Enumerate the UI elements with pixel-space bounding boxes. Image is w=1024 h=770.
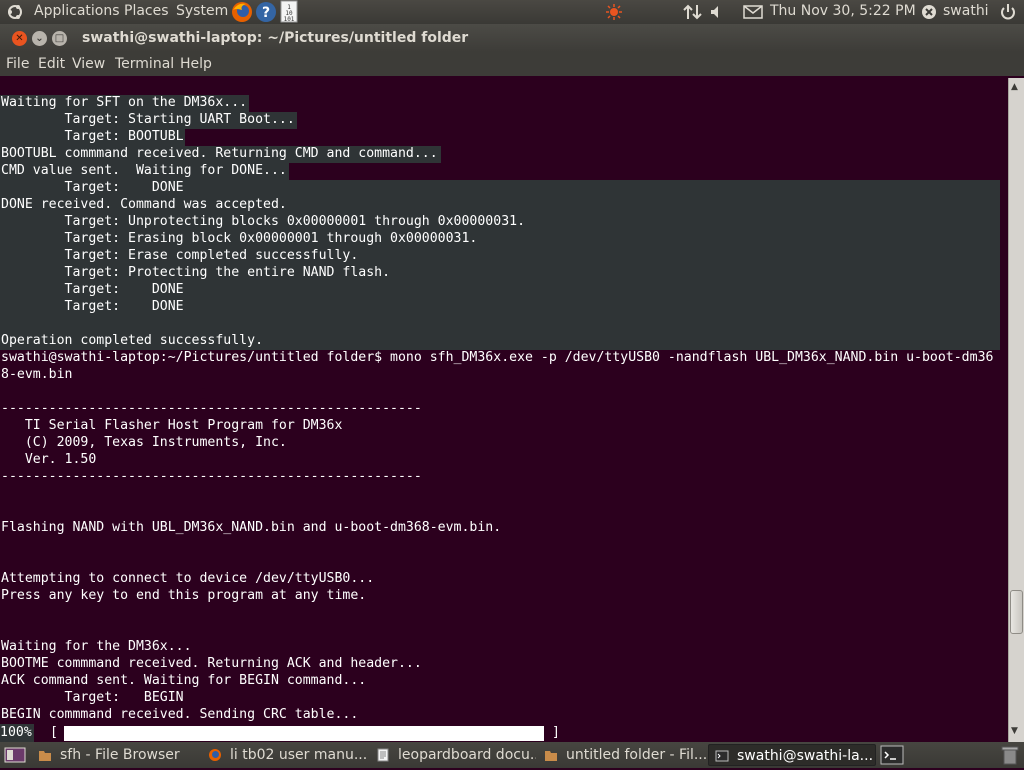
menubar: File Edit View Terminal Help [0,52,1024,76]
folder-icon [39,751,51,761]
network-icon[interactable] [682,0,704,24]
scroll-thumb[interactable] [1010,590,1023,634]
binary-launcher-icon[interactable]: 1 10 101 [279,0,299,24]
terminal-icon [715,750,729,762]
terminal-line: CMD value sent. Waiting for DONE... [1,163,287,178]
terminal-area[interactable]: Waiting for SFT on the DM36x... Target: … [0,78,1008,742]
task-label: leopardboard docu... [398,747,536,763]
menu-file[interactable]: File [6,55,29,73]
terminal-line: ----------------------------------------… [1,469,422,484]
terminal-line: DONE received. Command was accepted. [1,197,287,212]
terminal-line: Press any key to end this program at any… [1,588,367,603]
menu-system[interactable]: System [176,0,228,24]
task-label: swathi@swathi-la... [737,748,874,764]
minimize-icon: ⌄ [35,33,44,44]
mail-icon[interactable] [742,0,764,24]
top-panel: Applications Places System ? 1 10 101 Thu … [0,0,1024,24]
terminal-output: Waiting for SFT on the DM36x... Target: … [1,94,993,723]
user-status-icon[interactable] [920,0,938,24]
menu-edit[interactable]: Edit [38,55,65,73]
progress-open-bracket: [ [50,725,58,740]
trash-icon[interactable] [1000,744,1020,770]
show-desktop-icon[interactable] [4,747,26,767]
terminal-line: Target: Protecting the entire NAND flash… [1,265,391,280]
terminal-line: ----------------------------------------… [1,401,422,416]
terminal-line: Target: DONE [1,282,184,297]
close-button[interactable]: ✕ [12,31,27,46]
firefox-icon [209,749,221,761]
progress-bar [64,726,544,741]
firefox-launcher-icon[interactable] [230,0,254,24]
terminal-line: Target: Unprotecting blocks 0x00000001 t… [1,214,526,229]
window-title: swathi@swathi-laptop: ~/Pictures/untitle… [82,30,469,46]
terminal-line: Waiting for the DM36x... [1,639,192,654]
minimize-button[interactable]: ⌄ [32,31,47,46]
terminal-line: Target: DONE [1,299,184,314]
progress-close-bracket: ] [552,725,560,740]
progress-percent: 100% [0,724,34,742]
terminal-line: Target: Erase completed successfully. [1,248,359,263]
menu-terminal[interactable]: Terminal [115,55,174,73]
maximize-button[interactable]: □ [52,31,67,46]
terminal-line: 8-evm.bin [1,367,73,382]
window-titlebar[interactable]: ✕ ⌄ □ swathi@swathi-laptop: ~/Pictures/u… [0,24,1024,52]
task-label: sfh - File Browser [60,747,180,763]
menu-applications[interactable]: Applications [34,0,120,24]
close-icon: ✕ [15,33,24,44]
help-launcher-icon[interactable]: ? [255,0,277,24]
task-sfh-file-browser[interactable]: sfh - File Browser [32,744,200,766]
bottom-panel: sfh - File Browser li tb02 user manu... … [0,742,1024,768]
terminal-line: Target: BOOTUBL [1,129,184,144]
terminal-line: swathi@swathi-laptop:~/Pictures/untitled… [1,350,994,365]
svg-text:101: 101 [284,16,295,23]
menu-places[interactable]: Places [124,0,169,24]
task-label: li tb02 user manu... [230,747,368,763]
scroll-down-icon[interactable]: ▼ [1011,726,1018,736]
terminal-line: Target: Starting UART Boot... [1,112,295,127]
task-untitled-folder[interactable]: untitled folder - Fil... [538,744,706,766]
terminal-scrollbar[interactable]: ▲ ▼ [1008,78,1024,742]
clock[interactable]: Thu Nov 30, 5:22 PM [770,0,916,24]
terminal-line: Target: DONE [1,180,184,195]
system-monitor-icon[interactable] [604,0,624,24]
task-leopardboard-doc[interactable]: leopardboard docu... [370,744,536,766]
terminal-line: Operation completed successfully. [1,333,264,348]
menu-view[interactable]: View [72,55,105,73]
terminal-line: Target: Erasing block 0x00000001 through… [1,231,478,246]
scroll-up-icon[interactable]: ▲ [1011,82,1018,92]
task-label: untitled folder - Fil... [566,747,706,763]
task-firefox[interactable]: li tb02 user manu... [202,744,368,766]
terminal-launcher-icon[interactable] [880,745,904,769]
folder-icon [545,751,557,761]
terminal-line: TI Serial Flasher Host Program for DM36x [1,418,343,433]
volume-icon[interactable] [708,0,724,24]
user-name[interactable]: swathi [943,0,989,24]
terminal-line: Target: BEGIN [1,690,184,705]
terminal-line: (C) 2009, Texas Instruments, Inc. [1,435,287,450]
terminal-line: ACK command sent. Waiting for BEGIN comm… [1,673,367,688]
terminal-line: Ver. 1.50 [1,452,97,467]
terminal-line: BOOTME commmand received. Returning ACK … [1,656,422,671]
maximize-icon: □ [54,33,65,44]
menu-help[interactable]: Help [180,55,212,73]
progress-fill [64,726,544,741]
ubuntu-logo-icon[interactable] [6,0,24,24]
terminal-line: BEGIN commmand received. Sending CRC tab… [1,707,359,722]
terminal-line: Waiting for SFT on the DM36x... [1,95,248,110]
terminal-line: Flashing NAND with UBL_DM36x_NAND.bin an… [1,520,502,535]
document-icon [377,748,389,762]
task-terminal[interactable]: swathi@swathi-la... [708,744,876,766]
progress-line: 100% [ ] [0,724,1008,742]
terminal-line: BOOTUBL commmand received. Returning CMD… [1,146,438,161]
svg-text:?: ? [262,5,270,21]
terminal-line: Attempting to connect to device /dev/tty… [1,571,375,586]
power-icon[interactable] [998,0,1018,24]
